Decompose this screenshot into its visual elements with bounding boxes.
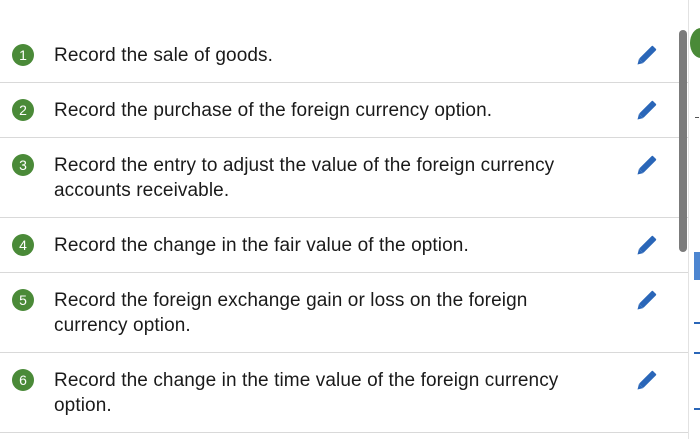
task-number-badge: 3 [12, 154, 34, 176]
task-label: Record the sale of goods. [54, 45, 274, 66]
task-item[interactable]: 4 Record the change in the fair value of… [0, 218, 688, 273]
pencil-icon[interactable] [631, 151, 661, 181]
scrollbar-thumb[interactable] [679, 30, 687, 252]
task-label: Record the change in the time value of t… [54, 370, 559, 416]
task-number-badge: 1 [12, 44, 34, 66]
task-item[interactable]: 1 Record the sale of goods. [0, 28, 688, 83]
task-number-badge: 5 [12, 289, 34, 311]
pencil-icon[interactable] [631, 41, 661, 71]
pencil-icon[interactable] [631, 286, 661, 316]
task-panel-screen: 1 Record the sale of goods. 2 Record the… [0, 0, 700, 439]
task-item[interactable]: 3 Record the entry to adjust the value o… [0, 138, 688, 218]
task-label: Record the foreign exchange gain or loss… [54, 290, 528, 336]
task-label: Record the purchase of the foreign curre… [54, 100, 493, 121]
background-tick [695, 117, 699, 118]
task-label: Record the change in the fair value of t… [54, 235, 469, 256]
pencil-icon[interactable] [631, 366, 661, 396]
task-list: 1 Record the sale of goods. 2 Record the… [0, 28, 688, 433]
background-blue-line [694, 408, 700, 410]
task-number-badge: 4 [12, 234, 34, 256]
pencil-icon[interactable] [631, 96, 661, 126]
journal-entry-task-list-panel: 1 Record the sale of goods. 2 Record the… [0, 0, 689, 439]
task-item[interactable]: 2 Record the purchase of the foreign cur… [0, 83, 688, 138]
task-number-badge: 6 [12, 369, 34, 391]
task-number-badge: 2 [12, 99, 34, 121]
background-blue-line [694, 322, 700, 324]
task-item[interactable]: 6 Record the change in the time value of… [0, 353, 688, 433]
task-label: Record the entry to adjust the value of … [54, 155, 555, 201]
task-item[interactable]: 5 Record the foreign exchange gain or lo… [0, 273, 688, 353]
background-blue-line [694, 352, 700, 354]
pencil-icon[interactable] [631, 231, 661, 261]
background-blue-marker [694, 252, 700, 280]
background-page-edge [689, 0, 700, 439]
